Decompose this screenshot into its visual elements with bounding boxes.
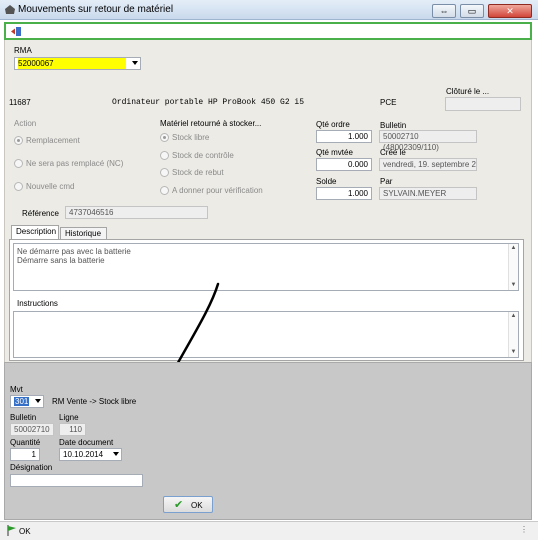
mvt-bulletin-label: Bulletin [10, 413, 37, 422]
chevron-down-icon [113, 452, 119, 456]
ok-button-label: OK [191, 501, 203, 510]
rma-value: 52000067 [18, 58, 126, 69]
app-icon [5, 5, 15, 14]
exit-icon[interactable] [10, 26, 22, 37]
radio-stock-controle[interactable] [160, 151, 169, 160]
checkmark-icon: ✔ [174, 499, 184, 511]
window-titlebar: Mouvements sur retour de matériel ⇔ ▭ ✕ [0, 0, 538, 20]
tab-description[interactable]: Description [11, 225, 59, 240]
item-unit: PCE [380, 98, 397, 107]
designation-field[interactable] [10, 474, 143, 487]
solde-field[interactable]: 1.000 [316, 187, 372, 200]
mvt-select[interactable]: 301 [10, 395, 44, 408]
description-line-2: Démarre sans la batterie [17, 256, 105, 265]
ok-button[interactable]: ✔ OK [163, 496, 213, 513]
bulletin-field: 50002710 (48002309/110) [379, 130, 477, 152]
quantite-label: Quantité [10, 438, 41, 447]
cloture-field [445, 97, 521, 111]
radio-label-stock-libre: Stock libre [172, 133, 210, 142]
item-code: 11687 [9, 98, 31, 107]
date-document-value: 10.10.2014 [63, 450, 104, 459]
radio-a-donner[interactable] [160, 186, 169, 195]
rma-select[interactable]: 52000067 [14, 57, 141, 70]
radio-label-stock-controle: Stock de contrôle [172, 151, 234, 160]
status-bar: OK ⋮ [0, 521, 538, 540]
status-text: OK [19, 527, 31, 536]
par-field: SYLVAIN.MEYER [379, 187, 477, 200]
par-label: Par [380, 177, 393, 186]
radio-stock-rebut[interactable] [160, 168, 169, 177]
radio-label-stock-rebut: Stock de rebut [172, 168, 224, 177]
date-document-label: Date document [59, 438, 114, 447]
cloture-label: Clôturé le ... [446, 87, 490, 96]
radio-label-ne-sera-pas: Ne sera pas remplacé (NC) [26, 159, 124, 168]
radio-stock-libre[interactable] [160, 133, 169, 142]
qte-ordre-field[interactable]: 1.000 [316, 130, 372, 143]
radio-label-a-donner: A donner pour vérification [172, 186, 263, 195]
cree-label: Créé le [380, 148, 406, 157]
radio-ne-sera-pas-remplace[interactable] [14, 159, 23, 168]
quantite-field[interactable]: 1 [10, 448, 40, 461]
reference-field: 4737046516 [65, 206, 208, 219]
description-memo[interactable]: Ne démarre pas avec la batterie Démarre … [13, 243, 519, 291]
action-label: Action [14, 119, 37, 128]
rma-label: RMA [14, 46, 32, 55]
instructions-scrollbar[interactable]: ▲ ▼ [508, 312, 518, 357]
solde-label: Solde [316, 177, 337, 186]
radio-label-nouvelle-cmd: Nouvelle cmd [26, 182, 75, 191]
window-title: Mouvements sur retour de matériel [18, 4, 174, 15]
flag-icon [7, 525, 16, 536]
mvt-bulletin-field: 50002710 [10, 423, 54, 436]
description-line-1: Ne démarre pas avec la batterie [17, 247, 131, 256]
restore-button[interactable]: ⇔ [432, 4, 456, 18]
radio-label-remplacement: Remplacement [26, 136, 80, 145]
materiel-label: Matériel retourné à stocker... [160, 119, 262, 128]
chevron-down-icon [132, 61, 138, 65]
toolbar [4, 22, 532, 40]
mvt-description: RM Vente -> Stock libre [52, 397, 137, 406]
qte-mvtee-label: Qté mvtée [316, 148, 353, 157]
instructions-label: Instructions [17, 299, 58, 308]
radio-remplacement[interactable] [14, 136, 23, 145]
description-scrollbar[interactable]: ▲ ▼ [508, 244, 518, 290]
ligne-field: 110 [59, 423, 86, 436]
resize-grip-icon[interactable]: ⋮ [520, 525, 528, 534]
movement-panel: Mvt 301 RM Vente -> Stock libre Bulletin… [4, 362, 532, 520]
bulletin-label: Bulletin [380, 121, 407, 130]
instructions-memo[interactable]: ▲ ▼ [13, 311, 519, 358]
main-panel: RMA 52000067 Clôturé le ... 11687 Ordina… [4, 40, 532, 362]
mvt-label: Mvt [10, 385, 23, 394]
ligne-label: Ligne [59, 413, 79, 422]
reference-label: Référence [22, 209, 59, 218]
qte-ordre-label: Qté ordre [316, 120, 350, 129]
tab-panel: Ne démarre pas avec la batterie Démarre … [9, 239, 524, 361]
minimize-button[interactable]: ▭ [460, 4, 484, 18]
qte-mvtee-field[interactable]: 0.000 [316, 158, 372, 171]
close-button[interactable]: ✕ [488, 4, 532, 18]
date-document-picker[interactable]: 10.10.2014 [59, 448, 122, 461]
mvt-value: 301 [14, 397, 30, 406]
radio-nouvelle-cmd[interactable] [14, 182, 23, 191]
designation-label: Désignation [10, 463, 53, 472]
item-description: Ordinateur portable HP ProBook 450 G2 i5 [112, 98, 305, 107]
cree-field: vendredi, 19. septembre 2 [379, 158, 477, 171]
chevron-down-icon [35, 399, 41, 403]
